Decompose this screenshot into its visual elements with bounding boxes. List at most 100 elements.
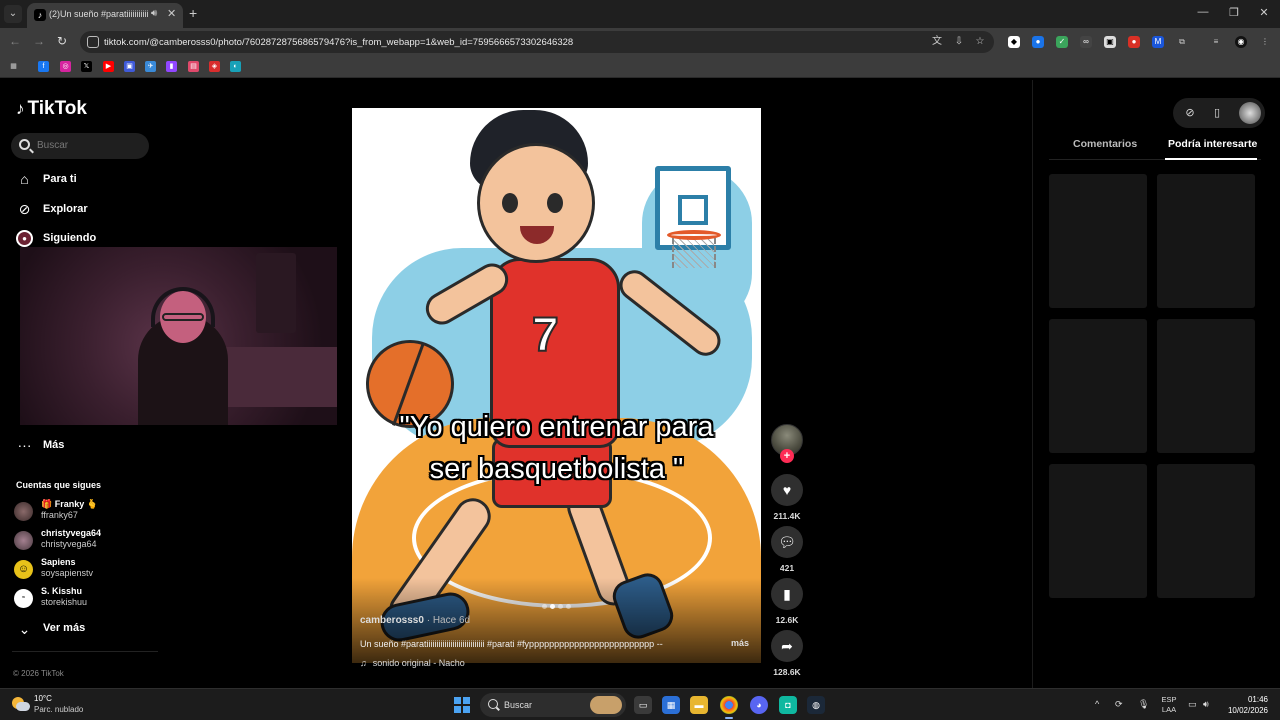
start-button[interactable] bbox=[454, 697, 470, 713]
sync-icon[interactable]: ⟳ bbox=[1115, 699, 1123, 710]
network-icon[interactable]: ▭ bbox=[1188, 699, 1197, 710]
tiktok-logo[interactable]: ♪ TikTok bbox=[16, 98, 87, 120]
tiktok-page: ♪ TikTok Buscar ⌂ Para ti ⊘ Explorar ● Si… bbox=[0, 80, 1280, 688]
follow-plus-icon[interactable]: + bbox=[780, 449, 794, 463]
slide-dot[interactable] bbox=[566, 604, 571, 609]
extension-6-icon[interactable]: ● bbox=[1128, 36, 1140, 48]
slide-dot[interactable] bbox=[550, 604, 555, 609]
tab-search-button[interactable]: ⌄ bbox=[4, 5, 22, 23]
clock[interactable]: 01:46 10/02/2026 bbox=[1222, 694, 1268, 716]
bookmark-8-icon[interactable]: ▤ bbox=[188, 61, 199, 72]
reload-button[interactable]: ↻ bbox=[55, 34, 69, 48]
caption-line: "Yo quiero entrenar para bbox=[399, 411, 714, 443]
reading-list-icon[interactable]: ≡ bbox=[1210, 36, 1222, 48]
twitch-bookmark-icon[interactable]: ▮ bbox=[166, 61, 177, 72]
weather-description[interactable]: Parc. nublado bbox=[34, 705, 83, 714]
tray-chevron-icon[interactable]: ^ bbox=[1095, 699, 1099, 709]
apps-grid-icon[interactable]: ▦ bbox=[8, 61, 19, 72]
search-input[interactable]: Buscar bbox=[11, 133, 149, 159]
sound-name[interactable]: sonido original - Nacho bbox=[373, 658, 465, 668]
site-info-icon[interactable] bbox=[87, 36, 99, 48]
back-button[interactable]: ← bbox=[8, 34, 22, 48]
translate-icon[interactable]: 文 bbox=[931, 36, 943, 48]
share-icon[interactable]: ➦ bbox=[771, 630, 803, 662]
close-window-button[interactable]: ✕ bbox=[1257, 6, 1271, 19]
author-name[interactable]: camberosss0 bbox=[360, 615, 424, 626]
discord-icon[interactable]: ◕ bbox=[750, 696, 768, 714]
address-bar[interactable]: tiktok.com/@camberosss0/photo/7602872875… bbox=[80, 31, 994, 53]
suggested-thumbnail[interactable] bbox=[1157, 174, 1255, 308]
bookmark-9-icon[interactable]: ◈ bbox=[209, 61, 220, 72]
bookmark-10-icon[interactable]: ◐ bbox=[230, 61, 241, 72]
chrome-icon[interactable] bbox=[720, 696, 738, 714]
slide-dot[interactable] bbox=[542, 604, 547, 609]
active-tab-indicator bbox=[1165, 158, 1257, 160]
suggested-thumbnail[interactable] bbox=[1157, 464, 1255, 598]
sound-link[interactable]: ♫ sonido original - Nacho bbox=[360, 658, 465, 668]
following-accounts-title: Cuentas que sigues bbox=[16, 480, 102, 490]
glasses-extension-icon[interactable]: ∞ bbox=[1080, 36, 1092, 48]
store-icon[interactable]: ▦ bbox=[662, 696, 680, 714]
browser-tab[interactable]: ♪ (2)Un sueño #paratiiiiiiiiiiii 🔊︎ ✕ bbox=[27, 3, 183, 28]
account-item[interactable]: ≈ S. Kisshu storekishuu bbox=[14, 586, 154, 610]
suggested-thumbnail[interactable] bbox=[1157, 319, 1255, 453]
facebook-bookmark-icon[interactable]: f bbox=[38, 61, 49, 72]
coin-icon[interactable]: ⊘ bbox=[1183, 106, 1197, 120]
browser-menu-icon[interactable]: ⋮ bbox=[1259, 36, 1271, 48]
extensions-puzzle-icon[interactable]: ⧉ bbox=[1176, 36, 1188, 48]
comment-icon[interactable]: 💬︎ bbox=[771, 526, 803, 558]
phone-icon[interactable]: ▯ bbox=[1210, 106, 1224, 120]
suggested-thumbnail[interactable] bbox=[1049, 174, 1147, 308]
bookmark-icon[interactable]: ▮ bbox=[771, 578, 803, 610]
language-indicator[interactable]: ESP LAA bbox=[1160, 695, 1178, 715]
bookmark-star-icon[interactable]: ☆ bbox=[974, 36, 986, 48]
game-app-icon[interactable]: ◘ bbox=[779, 696, 797, 714]
tab-close-icon[interactable]: ✕ bbox=[167, 7, 176, 20]
bookmark-5-icon[interactable]: ▣ bbox=[124, 61, 135, 72]
install-app-icon[interactable]: ⇩ bbox=[953, 36, 965, 48]
account-item[interactable]: christyvega64 christyvega64 bbox=[14, 528, 154, 552]
shield-extension-icon[interactable]: ✓ bbox=[1056, 36, 1068, 48]
taskbar-search[interactable]: Buscar bbox=[480, 693, 626, 717]
like-count: 211.4K bbox=[773, 511, 801, 521]
instagram-bookmark-icon[interactable]: ◎ bbox=[60, 61, 71, 72]
new-tab-button[interactable]: + bbox=[189, 5, 197, 21]
photo-post[interactable]: 7 "Yo quiero entrenar para ser basquetbo… bbox=[352, 108, 761, 663]
extension-7-icon[interactable]: M bbox=[1152, 36, 1164, 48]
volume-icon[interactable]: 🔊︎ bbox=[1203, 699, 1209, 710]
post-author[interactable]: camberosss0 · Hace 6d bbox=[360, 615, 470, 626]
slide-indicator[interactable] bbox=[542, 596, 574, 609]
steam-icon[interactable]: ◍ bbox=[807, 696, 825, 714]
file-explorer-icon[interactable]: ▬ bbox=[690, 696, 708, 714]
tab-audio-icon[interactable]: 🔊︎ bbox=[151, 8, 157, 19]
tab-comentarios[interactable]: Comentarios bbox=[1073, 138, 1137, 150]
weather-icon[interactable] bbox=[12, 696, 30, 712]
language-code: ESP bbox=[1161, 695, 1177, 704]
slide-dot[interactable] bbox=[558, 604, 563, 609]
bookmark-6-icon[interactable]: ✈ bbox=[145, 61, 156, 72]
more-text-button[interactable]: más bbox=[731, 638, 749, 648]
profile-icon[interactable]: ◉ bbox=[1235, 36, 1247, 48]
microphone-icon[interactable]: 🎙︎ bbox=[1138, 699, 1149, 710]
comment-count: 421 bbox=[779, 563, 795, 573]
x-bookmark-icon[interactable]: 𝕏 bbox=[81, 61, 92, 72]
account-item[interactable]: ☺ Sapiens soysapienstv bbox=[14, 557, 154, 581]
account-item[interactable]: 🎁 Franky 🫰 ffranky67 bbox=[14, 499, 154, 523]
youtube-bookmark-icon[interactable]: ▶ bbox=[103, 61, 114, 72]
suggested-thumbnail[interactable] bbox=[1049, 464, 1147, 598]
weather-temperature[interactable]: 10°C bbox=[34, 694, 52, 703]
tab-podria-interesarte[interactable]: Podría interesarte bbox=[1168, 138, 1257, 150]
extension-5-icon[interactable]: ▣ bbox=[1104, 36, 1116, 48]
user-avatar[interactable] bbox=[1239, 102, 1261, 124]
compass-icon: ⊘ bbox=[18, 201, 31, 217]
extension-2-icon[interactable]: ● bbox=[1032, 36, 1044, 48]
task-view-icon[interactable]: ▭ bbox=[634, 696, 652, 714]
forward-button[interactable]: → bbox=[32, 34, 46, 48]
url-text[interactable]: tiktok.com/@camberosss0/photo/7602872875… bbox=[104, 37, 573, 48]
minimize-button[interactable]: — bbox=[1196, 6, 1210, 18]
keyboard-layout: LAA bbox=[1161, 705, 1177, 714]
heart-icon[interactable]: ♥ bbox=[771, 474, 803, 506]
restore-button[interactable]: ❐ bbox=[1227, 6, 1241, 19]
suggested-thumbnail[interactable] bbox=[1049, 319, 1147, 453]
extension-1-icon[interactable]: ◆ bbox=[1008, 36, 1020, 48]
